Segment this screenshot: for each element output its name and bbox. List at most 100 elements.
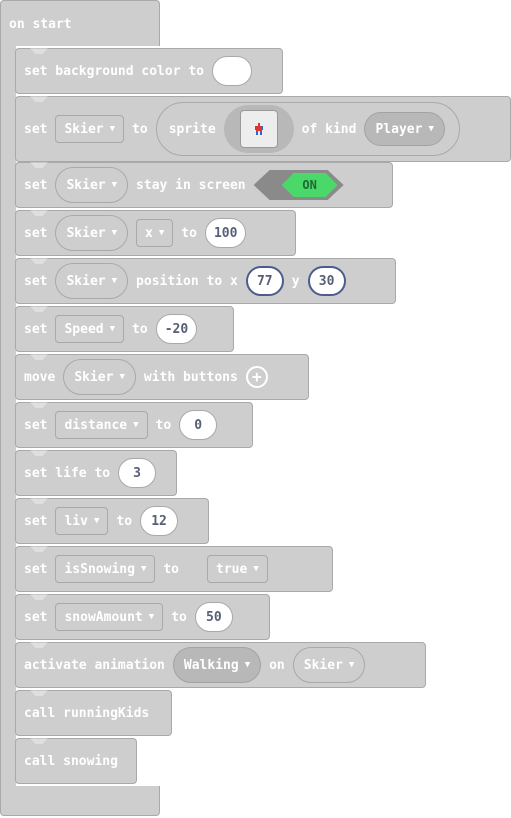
number-input[interactable]: 50 <box>194 602 233 632</box>
create-sprite-reporter[interactable]: sprite of kind Player ▼ <box>155 102 460 156</box>
number-input[interactable]: 3 <box>118 458 157 488</box>
to-keyword: to <box>181 225 197 241</box>
caret-down-icon: ▼ <box>111 180 118 190</box>
variable-dropdown-value: liv <box>64 513 88 529</box>
set-life-to-keyword: set life to <box>24 465 111 481</box>
to-keyword: to <box>171 609 187 625</box>
to-keyword: to <box>155 417 172 433</box>
set-variable-block[interactable]: set distance ▼ to 0 <box>15 402 253 448</box>
variable-dropdown-value: snowAmount <box>64 609 143 625</box>
call-function-block[interactable]: call runningKids <box>15 690 172 736</box>
set-background-color-block[interactable]: set background color to <box>15 48 283 94</box>
set-sprite-property-block[interactable]: set Skier ▼ x ▼ to 100 <box>15 210 296 256</box>
set-position-block[interactable]: set Skier ▼ position to x 77 y 30 <box>15 258 396 304</box>
caret-down-icon: ▼ <box>109 124 116 134</box>
sprite-dropdown-value: Skier <box>303 657 343 673</box>
property-dropdown-value: x <box>145 225 153 241</box>
move-keyword: move <box>24 369 56 385</box>
to-keyword: to <box>132 321 148 337</box>
on-off-toggle[interactable]: ON <box>254 170 344 200</box>
block-notch <box>30 354 48 360</box>
of-kind-keyword: of kind <box>301 121 357 137</box>
set-variable-block[interactable]: set liv ▼ to 12 <box>15 498 209 544</box>
variable-dropdown[interactable]: liv ▼ <box>55 507 109 535</box>
with-buttons-keyword: with buttons <box>143 369 238 385</box>
sprite-keyword: sprite <box>168 121 216 137</box>
plus-circle-icon[interactable]: + <box>245 366 268 388</box>
set-keyword: set <box>24 273 48 289</box>
variable-dropdown-value: distance <box>64 417 128 433</box>
activate-animation-block[interactable]: activate animation Walking ▼ on Skier ▼ <box>15 642 426 688</box>
sprite-dropdown[interactable]: Skier ▼ <box>292 647 366 683</box>
caret-down-icon: ▼ <box>111 228 118 238</box>
number-input[interactable]: -20 <box>155 314 198 344</box>
on-start-container-spine <box>0 45 16 787</box>
sprite-dropdown-value: Skier <box>66 273 106 289</box>
set-life-block[interactable]: set life to 3 <box>15 450 177 496</box>
set-keyword: set <box>24 225 48 241</box>
caret-down-icon: ▼ <box>111 276 118 286</box>
sprite-image-field[interactable] <box>223 105 294 153</box>
on-keyword: on <box>269 657 285 673</box>
boolean-reporter[interactable]: true ▼ <box>187 549 288 589</box>
set-keyword: set <box>24 609 48 625</box>
color-picker[interactable] <box>212 56 253 86</box>
variable-dropdown[interactable]: snowAmount ▼ <box>55 603 164 631</box>
sprite-dropdown-value: Skier <box>66 225 106 241</box>
property-dropdown[interactable]: x ▼ <box>136 219 174 247</box>
boolean-dropdown-value: true <box>216 561 248 577</box>
sprite-dropdown[interactable]: Skier ▼ <box>55 263 129 299</box>
variable-dropdown[interactable]: Speed ▼ <box>55 315 125 343</box>
set-background-color-label: set background color to <box>24 63 205 79</box>
set-variable-block[interactable]: set isSnowing ▼ to true ▼ <box>15 546 333 592</box>
on-start-hat-block[interactable]: on start <box>0 0 160 46</box>
caret-down-icon: ▼ <box>348 660 355 670</box>
animation-dropdown-value: Walking <box>183 657 239 673</box>
sprite-dropdown-value: Skier <box>74 369 114 385</box>
call-snowing-label: call snowing <box>24 753 118 769</box>
variable-dropdown-value: Speed <box>64 321 104 337</box>
caret-down-icon: ▼ <box>158 228 165 238</box>
number-input[interactable]: 12 <box>140 506 179 536</box>
set-sprite-block[interactable]: set Skier ▼ to sprite of kind Player ▼ <box>15 96 511 162</box>
block-notch <box>30 402 48 408</box>
caret-down-icon: ▼ <box>428 124 434 134</box>
block-notch <box>30 450 48 456</box>
call-runningkids-label: call runningKids <box>24 705 150 721</box>
on-start-container-footer <box>0 786 160 816</box>
set-keyword: set <box>24 417 48 433</box>
variable-dropdown[interactable]: isSnowing ▼ <box>55 555 156 583</box>
move-with-buttons-block[interactable]: move Skier ▼ with buttons + <box>15 354 309 400</box>
on-start-label: on start <box>9 17 72 32</box>
caret-down-icon: ▼ <box>109 324 116 334</box>
block-notch <box>30 162 48 168</box>
number-input[interactable]: 0 <box>179 410 218 440</box>
block-notch <box>30 690 48 696</box>
animation-dropdown[interactable]: Walking ▼ <box>172 647 262 683</box>
block-notch <box>30 210 48 216</box>
variable-dropdown[interactable]: distance ▼ <box>55 411 148 439</box>
block-notch <box>30 48 48 54</box>
stay-in-screen-block[interactable]: set Skier ▼ stay in screen ON <box>15 162 393 208</box>
number-input[interactable]: 100 <box>204 218 247 248</box>
block-notch <box>30 258 48 264</box>
block-notch <box>30 498 48 504</box>
set-variable-block[interactable]: set Speed ▼ to -20 <box>15 306 234 352</box>
boolean-dropdown[interactable]: true ▼ <box>207 555 268 583</box>
call-function-block[interactable]: call snowing <box>15 738 137 784</box>
x-number-input[interactable]: 77 <box>245 266 284 296</box>
block-notch <box>30 738 48 744</box>
variable-dropdown-value: isSnowing <box>64 561 135 577</box>
y-number-input[interactable]: 30 <box>307 266 346 296</box>
variable-dropdown[interactable]: Skier ▼ <box>55 115 125 143</box>
caret-down-icon: ▼ <box>244 660 251 670</box>
sprite-image-icon <box>239 110 278 148</box>
sprite-dropdown[interactable]: Skier ▼ <box>63 359 136 395</box>
caret-down-icon: ▼ <box>148 612 155 622</box>
set-variable-block[interactable]: set snowAmount ▼ to 50 <box>15 594 270 640</box>
sprite-dropdown[interactable]: Skier ▼ <box>55 215 129 251</box>
block-notch <box>30 594 48 600</box>
block-notch <box>30 306 48 312</box>
sprite-dropdown[interactable]: Skier ▼ <box>55 167 129 203</box>
kind-dropdown[interactable]: Player ▼ <box>364 112 445 146</box>
